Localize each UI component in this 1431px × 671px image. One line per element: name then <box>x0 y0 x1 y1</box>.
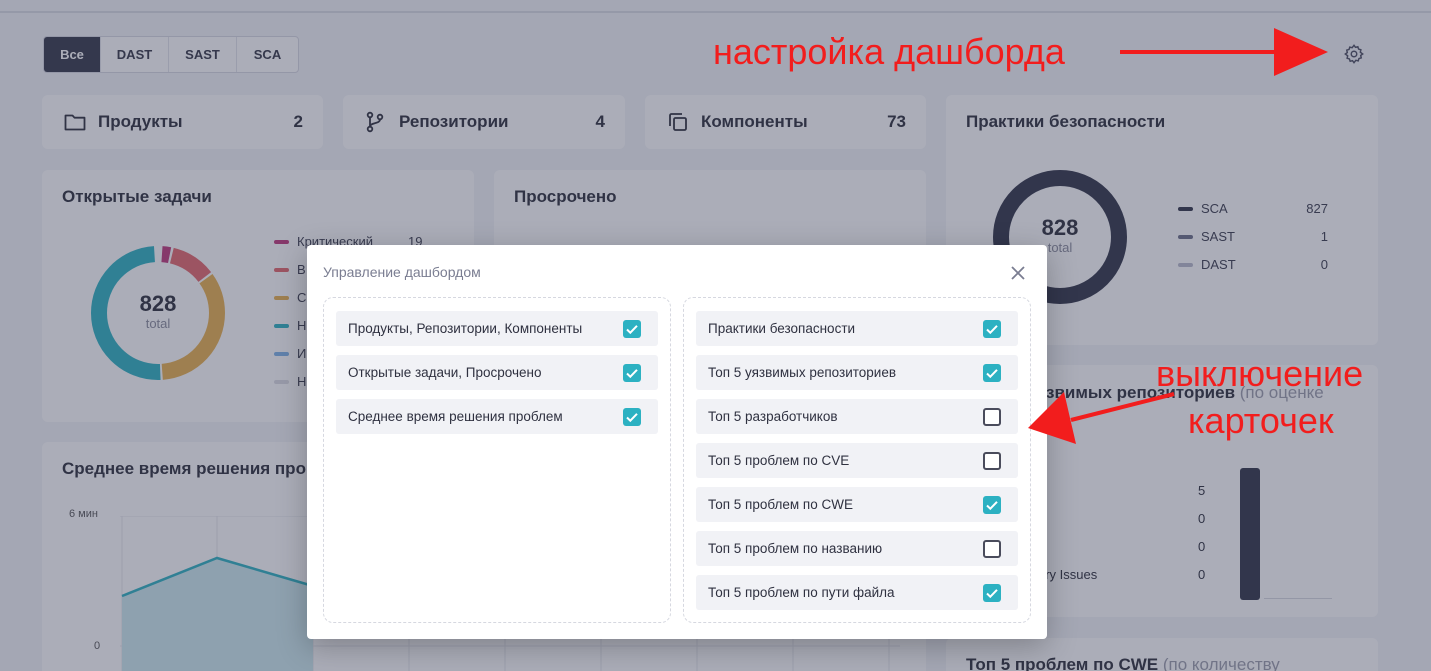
annotation-arrow-left-icon <box>1028 392 1175 444</box>
annotation-settings-label: настройка дашборда <box>713 31 1065 72</box>
dashboard-settings-modal: Управление дашбордом Продукты, Репозитор… <box>307 245 1047 639</box>
checkbox[interactable] <box>983 320 1001 338</box>
toggle-row[interactable]: Топ 5 проблем по пути файла <box>696 575 1018 610</box>
modal-left-column: Продукты, Репозитории, Компоненты Открыт… <box>323 297 671 623</box>
checkbox[interactable] <box>983 452 1001 470</box>
check-icon <box>986 325 998 335</box>
checkbox[interactable] <box>983 408 1001 426</box>
toggle-row[interactable]: Топ 5 проблем по названию <box>696 531 1018 566</box>
checkbox[interactable] <box>623 408 641 426</box>
checkbox[interactable] <box>983 364 1001 382</box>
checkbox[interactable] <box>623 320 641 338</box>
toggle-row[interactable]: Топ 5 уязвимых репозиториев <box>696 355 1018 390</box>
annotation-toggle-label-2: карточек <box>1188 400 1334 441</box>
close-icon[interactable] <box>1008 263 1028 283</box>
check-icon <box>626 413 638 423</box>
check-icon <box>986 369 998 379</box>
toggle-row[interactable]: Топ 5 проблем по CWE <box>696 487 1018 522</box>
annotation-toggle-label-1: выключение <box>1156 353 1364 394</box>
annotation-arrow-right-icon <box>1120 28 1328 76</box>
toggle-row[interactable]: Топ 5 разработчиков <box>696 399 1018 434</box>
modal-title: Управление дашбордом <box>323 264 481 280</box>
check-icon <box>626 369 638 379</box>
check-icon <box>986 501 998 511</box>
toggle-row[interactable]: Среднее время решения проблем <box>336 399 658 434</box>
toggle-row[interactable]: Практики безопасности <box>696 311 1018 346</box>
modal-right-column: Практики безопасности Топ 5 уязвимых реп… <box>683 297 1031 623</box>
check-icon <box>986 589 998 599</box>
toggle-row[interactable]: Продукты, Репозитории, Компоненты <box>336 311 658 346</box>
toggle-row[interactable]: Топ 5 проблем по CVE <box>696 443 1018 478</box>
check-icon <box>626 325 638 335</box>
toggle-row[interactable]: Открытые задачи, Просрочено <box>336 355 658 390</box>
checkbox[interactable] <box>983 584 1001 602</box>
checkbox[interactable] <box>623 364 641 382</box>
checkbox[interactable] <box>983 496 1001 514</box>
checkbox[interactable] <box>983 540 1001 558</box>
